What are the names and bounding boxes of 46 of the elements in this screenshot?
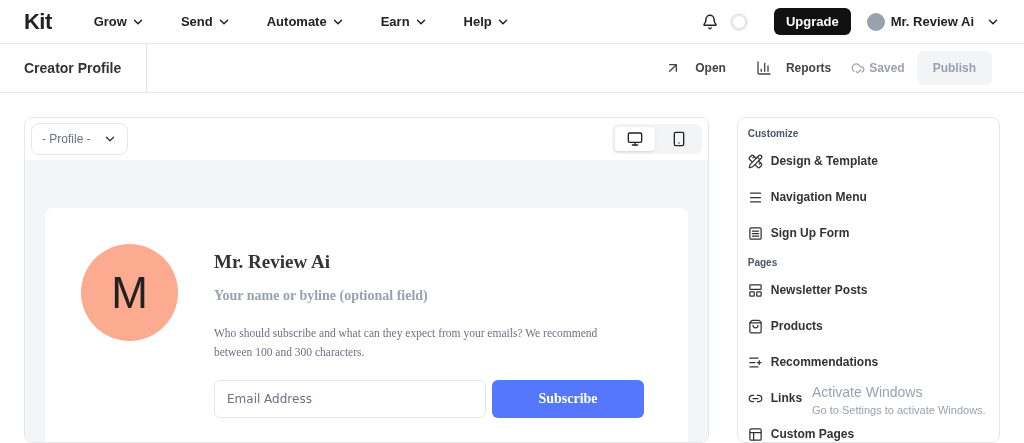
avatar: M — [81, 244, 178, 341]
pencil-ruler-icon — [747, 153, 763, 169]
sidebar-item[interactable]: Design & Template — [747, 143, 878, 179]
saved-status: Saved — [851, 59, 905, 77]
sidebar-item[interactable]: Navigation Menu — [747, 179, 867, 215]
desktop-view-button[interactable] — [614, 127, 655, 151]
description-text: Who should subscribe and what can they expect from your emails? We recommend between 100 and 300 characters. — [214, 325, 599, 360]
sidebar-item[interactable]: Products — [747, 308, 823, 344]
sidebar-item[interactable]: Sign Up Form — [747, 215, 850, 251]
cloud-check-icon — [851, 61, 866, 75]
form-icon — [747, 225, 763, 241]
sidebar-item[interactable]: Recommendations — [747, 344, 879, 380]
loading-ring-icon — [729, 12, 748, 31]
notification-bell-icon[interactable] — [701, 13, 718, 30]
section-heading: Pages — [747, 256, 779, 270]
byline-text: Your name or byline (optional field) — [214, 286, 429, 305]
nav-menu[interactable]: Earn — [380, 11, 428, 32]
nav-menu[interactable]: Grow — [93, 11, 145, 32]
user-menu[interactable]: Mr. Review Ai — [890, 11, 1000, 32]
reports-button[interactable]: Reports — [755, 59, 832, 77]
sidebar-item[interactable]: Links — [747, 380, 803, 416]
bar-chart-icon — [755, 60, 772, 76]
user-avatar[interactable] — [866, 12, 885, 31]
nav-menu[interactable]: Automate — [266, 11, 345, 32]
sidebar-item[interactable]: Newsletter Posts — [747, 272, 868, 308]
layout-icon — [747, 282, 763, 298]
monitor-icon — [626, 131, 643, 147]
shopping-bag-icon — [747, 318, 763, 334]
open-button[interactable]: Open — [665, 59, 726, 77]
menu-icon — [747, 189, 763, 205]
page-title: Creator Profile — [24, 58, 122, 78]
subscribe-button[interactable]: Subscribe — [492, 379, 644, 418]
section-heading: Customize — [747, 127, 800, 141]
nav-menu[interactable]: Help — [463, 11, 510, 32]
page-select[interactable]: - Profile - — [31, 123, 128, 155]
activation-notice-title: Activate Windows — [812, 384, 924, 402]
pages-icon — [747, 426, 763, 442]
email-field[interactable]: Email Address — [214, 379, 486, 418]
profile-name: Mr. Review Ai — [214, 250, 331, 274]
nav-menu[interactable]: Send — [180, 11, 231, 32]
list-icon — [747, 354, 763, 370]
upgrade-button[interactable]: Upgrade — [773, 7, 851, 36]
sidebar-item[interactable]: Custom Pages — [747, 416, 855, 443]
activation-notice-text: Go to Settings to activate Windows. — [812, 402, 986, 418]
publish-button: Publish — [916, 51, 992, 85]
brand-logo[interactable]: Kit — [24, 5, 52, 38]
